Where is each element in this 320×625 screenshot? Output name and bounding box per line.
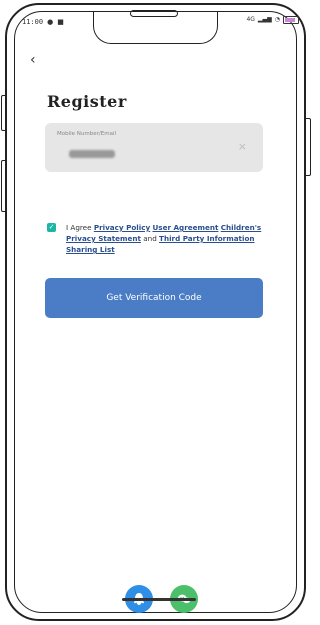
account-field-value[interactable]: •••••••• <box>69 150 115 158</box>
agreement-and: and <box>140 234 160 243</box>
battery-icon <box>283 16 299 24</box>
back-chevron-icon[interactable]: ‹ <box>30 52 36 68</box>
network-label: 4G <box>246 16 255 23</box>
agreement-checkbox[interactable]: ✓ <box>47 223 56 232</box>
status-bar-left: 11:00 ● ■ <box>22 18 64 26</box>
status-bar-right: 4G ▂▄▆ ◔ <box>246 16 299 24</box>
message-icon: ■ <box>57 18 64 26</box>
privacy-policy-link[interactable]: Privacy Policy <box>94 223 150 232</box>
wifi-icon: ◔ <box>274 16 280 23</box>
status-time: 11:00 <box>22 18 44 26</box>
account-field-label: Mobile Number/Email <box>57 131 116 137</box>
account-field[interactable]: Mobile Number/Email •••••••• × <box>45 123 263 172</box>
app-notification-icon: ● <box>47 18 54 26</box>
agreement-prefix: I Agree <box>66 223 94 232</box>
clear-icon[interactable]: × <box>238 140 247 153</box>
home-indicator <box>122 598 196 601</box>
speaker-grille <box>130 10 178 17</box>
user-agreement-link[interactable]: User Agreement <box>152 223 218 232</box>
agreement-text: I Agree Privacy Policy User Agreement Ch… <box>66 222 278 255</box>
get-verification-code-button[interactable]: Get Verification Code <box>45 278 263 318</box>
battery-fill <box>285 18 295 22</box>
page-title: Register <box>47 92 127 111</box>
signal-icon: ▂▄▆ <box>257 16 272 23</box>
